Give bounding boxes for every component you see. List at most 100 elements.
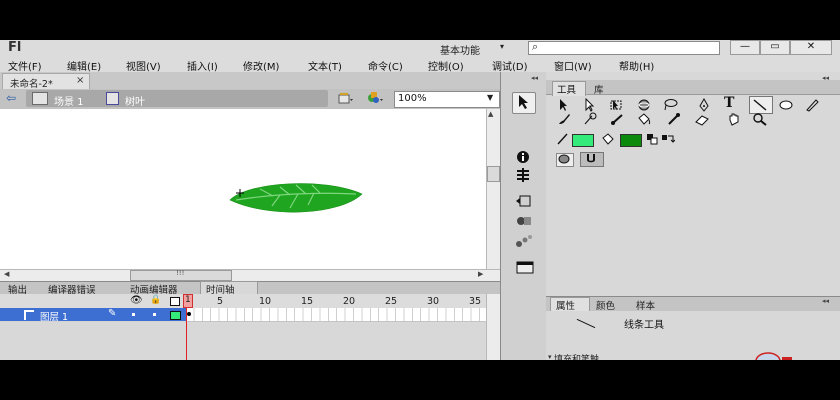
- menu-control[interactable]: 控制(O): [428, 58, 464, 73]
- stroke-color-swatch[interactable]: [572, 134, 594, 147]
- close-button[interactable]: ✕: [790, 40, 832, 55]
- menu-insert[interactable]: 插入(I): [187, 58, 218, 73]
- brush-tool-icon[interactable]: [556, 112, 572, 126]
- menu-view[interactable]: 视图(V): [126, 58, 161, 73]
- edit-scene-icon[interactable]: [338, 92, 354, 104]
- paint-bucket-tool-icon[interactable]: [636, 112, 652, 126]
- menu-text[interactable]: 文本(T): [308, 58, 342, 73]
- object-drawing-icon: [558, 154, 570, 164]
- tab-properties[interactable]: 属性: [556, 298, 575, 312]
- hand-tool-icon[interactable]: [726, 112, 742, 126]
- oval-tool-icon[interactable]: [778, 98, 794, 112]
- scroll-right-icon[interactable]: ▶: [478, 270, 483, 278]
- pen-tool-icon[interactable]: [696, 98, 712, 112]
- chevron-down-icon[interactable]: ▼: [487, 93, 493, 102]
- tab-color[interactable]: 颜色: [596, 298, 615, 312]
- menu-help[interactable]: 帮助(H): [619, 58, 654, 73]
- workspace-switcher[interactable]: 基本功能: [440, 42, 480, 57]
- stroke-color-icon: [557, 133, 568, 145]
- layer-icon: [24, 310, 34, 320]
- frame-tick: 35: [469, 296, 482, 307]
- edit-symbols-icon[interactable]: [366, 91, 384, 105]
- black-white-icon[interactable]: [646, 133, 658, 145]
- library-icon[interactable]: [515, 260, 535, 274]
- deco-tool-icon[interactable]: [582, 112, 598, 126]
- arrow-cursor-icon: [519, 95, 528, 109]
- eye-icon[interactable]: 👁: [130, 295, 143, 306]
- decorative-logo-icon: [755, 352, 792, 360]
- minimize-button[interactable]: —: [730, 40, 760, 55]
- outline-icon[interactable]: [170, 297, 180, 306]
- back-arrow-icon[interactable]: ⇦: [6, 91, 16, 105]
- movie-clip-icon: [106, 92, 119, 105]
- subselection-tool-icon[interactable]: [582, 98, 598, 112]
- breadcrumb-scene[interactable]: 场景 1: [54, 93, 84, 108]
- menu-commands[interactable]: 命令(C): [368, 58, 403, 73]
- frame-tick: 30: [427, 296, 440, 307]
- layer-name[interactable]: 图层 1: [40, 309, 68, 323]
- bone-tool-icon[interactable]: [610, 112, 626, 126]
- motion-presets-icon[interactable]: [515, 234, 533, 248]
- fill-color-swatch[interactable]: [620, 134, 642, 147]
- fill-color-icon: [602, 133, 614, 145]
- collapse-icon[interactable]: ◂◂: [531, 74, 538, 82]
- pencil-tool-icon[interactable]: [804, 98, 820, 112]
- menu-debug[interactable]: 调试(D): [492, 58, 528, 73]
- lasso-tool-icon[interactable]: [662, 98, 678, 112]
- scrollbar-grip: !!!: [176, 269, 185, 277]
- keyframe-dot[interactable]: [187, 312, 191, 316]
- 3d-rotation-tool-icon[interactable]: [636, 98, 652, 112]
- eyedropper-tool-icon[interactable]: [666, 112, 682, 126]
- collapse-icon[interactable]: ◂◂: [822, 297, 829, 305]
- align-icon[interactable]: [515, 168, 531, 182]
- magnet-icon: [587, 154, 595, 163]
- scrollbar-thumb[interactable]: [487, 166, 500, 182]
- stage-vertical-scrollbar[interactable]: [486, 109, 501, 269]
- scroll-up-icon[interactable]: ▲: [488, 110, 493, 118]
- tab-motion-editor[interactable]: 动画编辑器: [130, 282, 178, 296]
- search-icon: ⌕: [532, 40, 539, 53]
- tab-library[interactable]: 库: [594, 82, 604, 96]
- flash-app-window: Fl 基本功能 ▾ ⌕ — ▭ ✕ 文件(F) 编辑(E) 视图(V) 插入(I…: [0, 40, 840, 360]
- frame-tick: 20: [343, 296, 356, 307]
- timeline-empty-area: [0, 322, 486, 360]
- pencil-icon[interactable]: ✎: [108, 308, 116, 319]
- eraser-tool-icon[interactable]: [694, 112, 710, 126]
- free-transform-tool-icon[interactable]: [608, 98, 624, 112]
- breadcrumb-symbol[interactable]: 树叶: [125, 93, 145, 108]
- text-tool-icon[interactable]: T: [724, 95, 740, 111]
- fill-stroke-section-header[interactable]: 填充和笔触: [554, 352, 599, 360]
- tab-compiler-errors[interactable]: 编译器错误: [48, 282, 96, 296]
- frame-tick: 10: [259, 296, 272, 307]
- lock-icon[interactable]: 🔒: [150, 295, 161, 305]
- timeline-scrollbar[interactable]: [486, 294, 501, 360]
- scroll-left-icon[interactable]: ◀: [4, 270, 9, 278]
- components-icon[interactable]: [515, 214, 533, 228]
- close-icon[interactable]: ×: [76, 75, 84, 86]
- menu-file[interactable]: 文件(F): [8, 58, 42, 73]
- swap-colors-icon[interactable]: [661, 133, 675, 145]
- section-expand-icon[interactable]: ▾: [548, 353, 552, 360]
- layer-outline-color[interactable]: [170, 311, 181, 320]
- tab-swatches[interactable]: 样本: [636, 298, 655, 312]
- restore-button[interactable]: ▭: [760, 40, 790, 55]
- leaf-symbol[interactable]: [228, 180, 366, 216]
- menu-modify[interactable]: 修改(M): [243, 58, 279, 73]
- zoom-tool-icon[interactable]: [752, 112, 768, 126]
- zoom-value: 100%: [398, 93, 427, 104]
- visibility-dot[interactable]: [132, 313, 135, 316]
- properties-panel-tabs: [546, 296, 840, 312]
- chevron-down-icon[interactable]: ▾: [500, 42, 504, 51]
- frame-cells[interactable]: [186, 308, 486, 322]
- playhead-frame: 1: [185, 295, 191, 305]
- menu-edit[interactable]: 编辑(E): [67, 58, 101, 73]
- menu-window[interactable]: 窗口(W): [554, 58, 592, 73]
- help-search-input[interactable]: [528, 41, 720, 55]
- tab-output[interactable]: 输出: [8, 282, 27, 296]
- tab-timeline[interactable]: 时间轴: [206, 282, 235, 296]
- info-icon[interactable]: [515, 150, 531, 164]
- selection-tool-icon[interactable]: [556, 98, 572, 112]
- tools-panel-tabs: [546, 80, 840, 95]
- lock-dot[interactable]: [153, 313, 156, 316]
- transform-icon[interactable]: [515, 194, 533, 208]
